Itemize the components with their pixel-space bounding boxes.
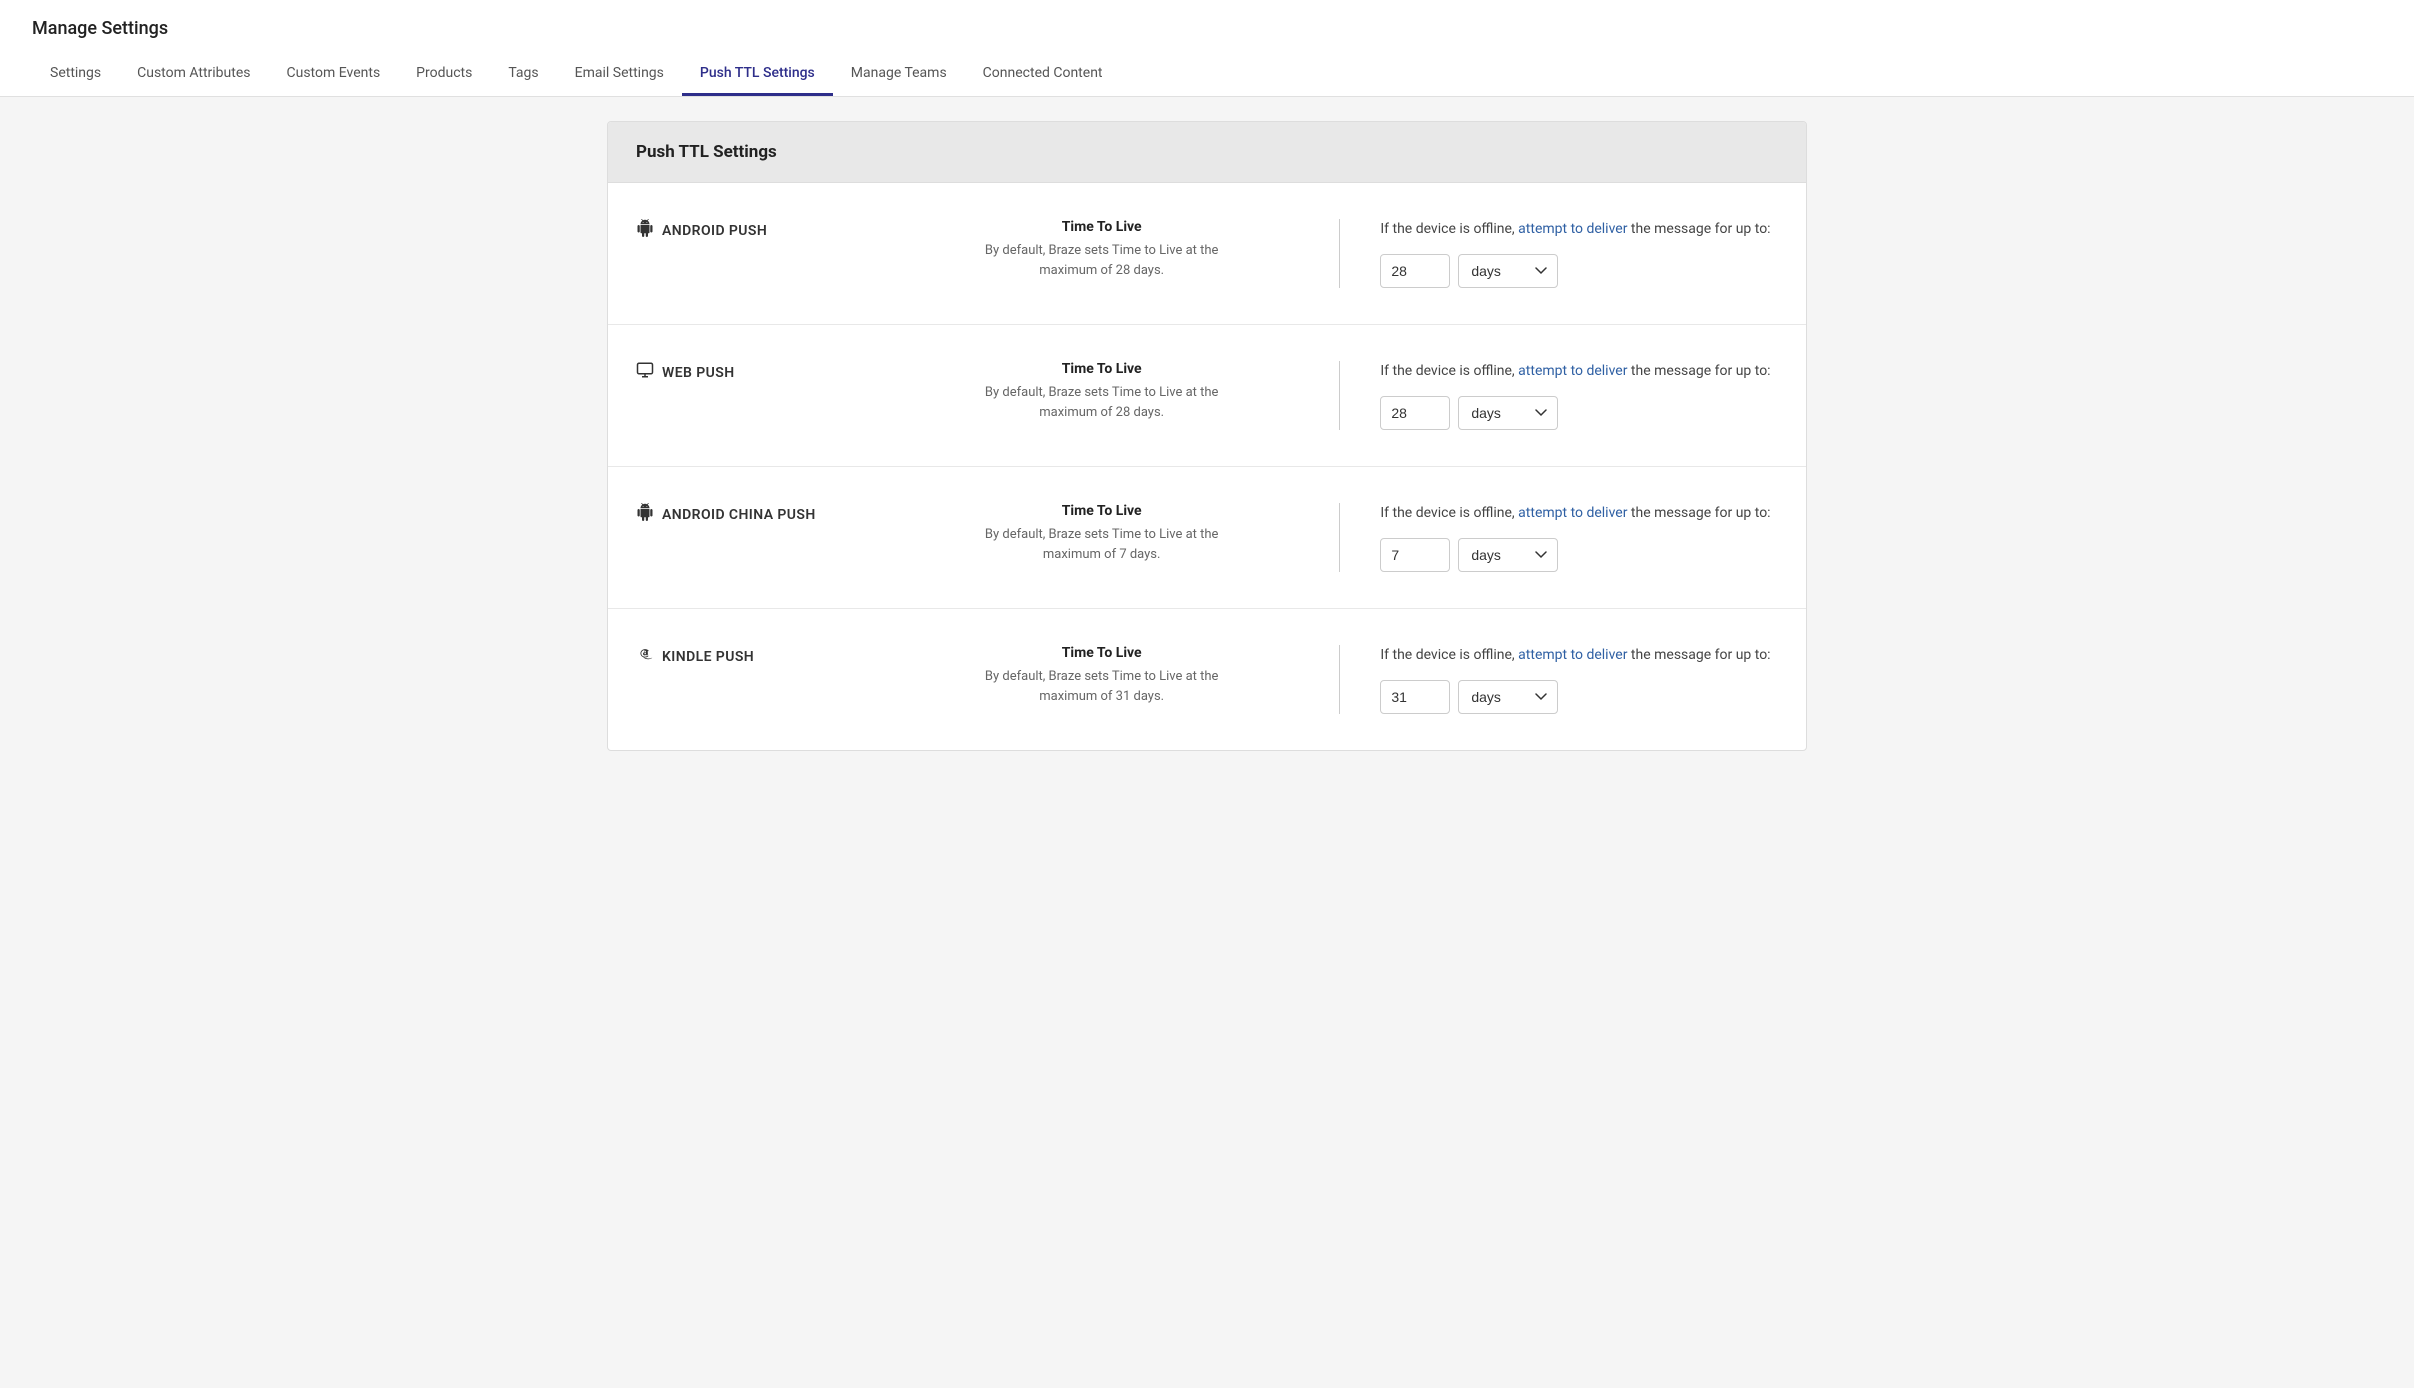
input-row-android-china-push: secondsminuteshoursdays — [1380, 538, 1778, 572]
attempt-deliver-link-android-push[interactable]: attempt to deliver — [1518, 221, 1627, 237]
push-control-web-push: If the device is offline, attempt to del… — [1372, 361, 1778, 430]
push-name-web-push: WEB PUSH — [662, 365, 735, 381]
tab-connected-content[interactable]: Connected Content — [965, 55, 1121, 96]
ttl-unit-select-web-push[interactable]: secondsminuteshoursdays — [1458, 396, 1558, 430]
ttl-title-android-china-push: Time To Live — [936, 503, 1267, 519]
page-title: Manage Settings — [32, 18, 2382, 39]
push-label-web-push: WEB PUSH — [636, 361, 896, 384]
tab-products[interactable]: Products — [398, 55, 490, 96]
push-sections: ANDROID PUSH Time To Live By default, Br… — [608, 183, 1806, 750]
push-label-kindle-push: KINDLE PUSH — [636, 645, 896, 668]
attempt-deliver-link-android-china-push[interactable]: attempt to deliver — [1518, 505, 1627, 521]
push-section-android-china-push: ANDROID CHINA PUSH Time To Live By defau… — [608, 467, 1806, 609]
offline-text-web-push: If the device is offline, attempt to del… — [1380, 361, 1778, 382]
main-content: Push TTL Settings ANDROID PUSH Time To L… — [0, 97, 2414, 775]
input-row-android-push: secondsminuteshoursdays — [1380, 254, 1778, 288]
nav-tabs: SettingsCustom AttributesCustom EventsPr… — [32, 55, 2382, 96]
android-icon — [636, 219, 654, 242]
tab-push-ttl[interactable]: Push TTL Settings — [682, 55, 833, 96]
ttl-title-android-push: Time To Live — [936, 219, 1267, 235]
amazon-icon — [636, 645, 654, 668]
push-ttl-info-android-push: Time To Live By default, Braze sets Time… — [896, 219, 1307, 280]
ttl-number-input-android-push[interactable] — [1380, 254, 1450, 288]
push-ttl-info-web-push: Time To Live By default, Braze sets Time… — [896, 361, 1307, 422]
ttl-number-input-kindle-push[interactable] — [1380, 680, 1450, 714]
push-ttl-info-android-china-push: Time To Live By default, Braze sets Time… — [896, 503, 1307, 564]
offline-text-android-push: If the device is offline, attempt to del… — [1380, 219, 1778, 240]
android-icon — [636, 503, 654, 526]
tab-email-settings[interactable]: Email Settings — [557, 55, 682, 96]
ttl-number-input-android-china-push[interactable] — [1380, 538, 1450, 572]
input-row-web-push: secondsminuteshoursdays — [1380, 396, 1778, 430]
section-divider-android-push — [1339, 219, 1340, 288]
push-label-android-china-push: ANDROID CHINA PUSH — [636, 503, 896, 526]
offline-text-kindle-push: If the device is offline, attempt to del… — [1380, 645, 1778, 666]
settings-card: Push TTL Settings ANDROID PUSH Time To L… — [607, 121, 1807, 751]
ttl-title-kindle-push: Time To Live — [936, 645, 1267, 661]
push-section-android-push: ANDROID PUSH Time To Live By default, Br… — [608, 183, 1806, 325]
card-title: Push TTL Settings — [636, 142, 1778, 162]
push-control-kindle-push: If the device is offline, attempt to del… — [1372, 645, 1778, 714]
offline-text-android-china-push: If the device is offline, attempt to del… — [1380, 503, 1778, 524]
tab-custom-events[interactable]: Custom Events — [269, 55, 399, 96]
tab-settings[interactable]: Settings — [32, 55, 119, 96]
attempt-deliver-link-web-push[interactable]: attempt to deliver — [1518, 363, 1627, 379]
push-name-android-push: ANDROID PUSH — [662, 223, 767, 239]
push-name-android-china-push: ANDROID CHINA PUSH — [662, 507, 816, 523]
ttl-unit-select-android-push[interactable]: secondsminuteshoursdays — [1458, 254, 1558, 288]
tab-custom-attributes[interactable]: Custom Attributes — [119, 55, 268, 96]
section-divider-web-push — [1339, 361, 1340, 430]
attempt-deliver-link-kindle-push[interactable]: attempt to deliver — [1518, 647, 1627, 663]
push-section-web-push: WEB PUSH Time To Live By default, Braze … — [608, 325, 1806, 467]
ttl-desc-android-push: By default, Braze sets Time to Live at t… — [936, 241, 1267, 280]
ttl-desc-android-china-push: By default, Braze sets Time to Live at t… — [936, 525, 1267, 564]
monitor-icon — [636, 361, 654, 384]
ttl-title-web-push: Time To Live — [936, 361, 1267, 377]
ttl-unit-select-android-china-push[interactable]: secondsminuteshoursdays — [1458, 538, 1558, 572]
push-label-android-push: ANDROID PUSH — [636, 219, 896, 242]
page-header: Manage Settings SettingsCustom Attribute… — [0, 0, 2414, 97]
push-control-android-push: If the device is offline, attempt to del… — [1372, 219, 1778, 288]
ttl-unit-select-kindle-push[interactable]: secondsminuteshoursdays — [1458, 680, 1558, 714]
ttl-number-input-web-push[interactable] — [1380, 396, 1450, 430]
ttl-desc-kindle-push: By default, Braze sets Time to Live at t… — [936, 667, 1267, 706]
section-divider-android-china-push — [1339, 503, 1340, 572]
card-header: Push TTL Settings — [608, 122, 1806, 183]
ttl-desc-web-push: By default, Braze sets Time to Live at t… — [936, 383, 1267, 422]
push-ttl-info-kindle-push: Time To Live By default, Braze sets Time… — [896, 645, 1307, 706]
push-control-android-china-push: If the device is offline, attempt to del… — [1372, 503, 1778, 572]
tab-manage-teams[interactable]: Manage Teams — [833, 55, 965, 96]
tab-tags[interactable]: Tags — [490, 55, 556, 96]
input-row-kindle-push: secondsminuteshoursdays — [1380, 680, 1778, 714]
push-name-kindle-push: KINDLE PUSH — [662, 649, 754, 665]
section-divider-kindle-push — [1339, 645, 1340, 714]
push-section-kindle-push: KINDLE PUSH Time To Live By default, Bra… — [608, 609, 1806, 750]
